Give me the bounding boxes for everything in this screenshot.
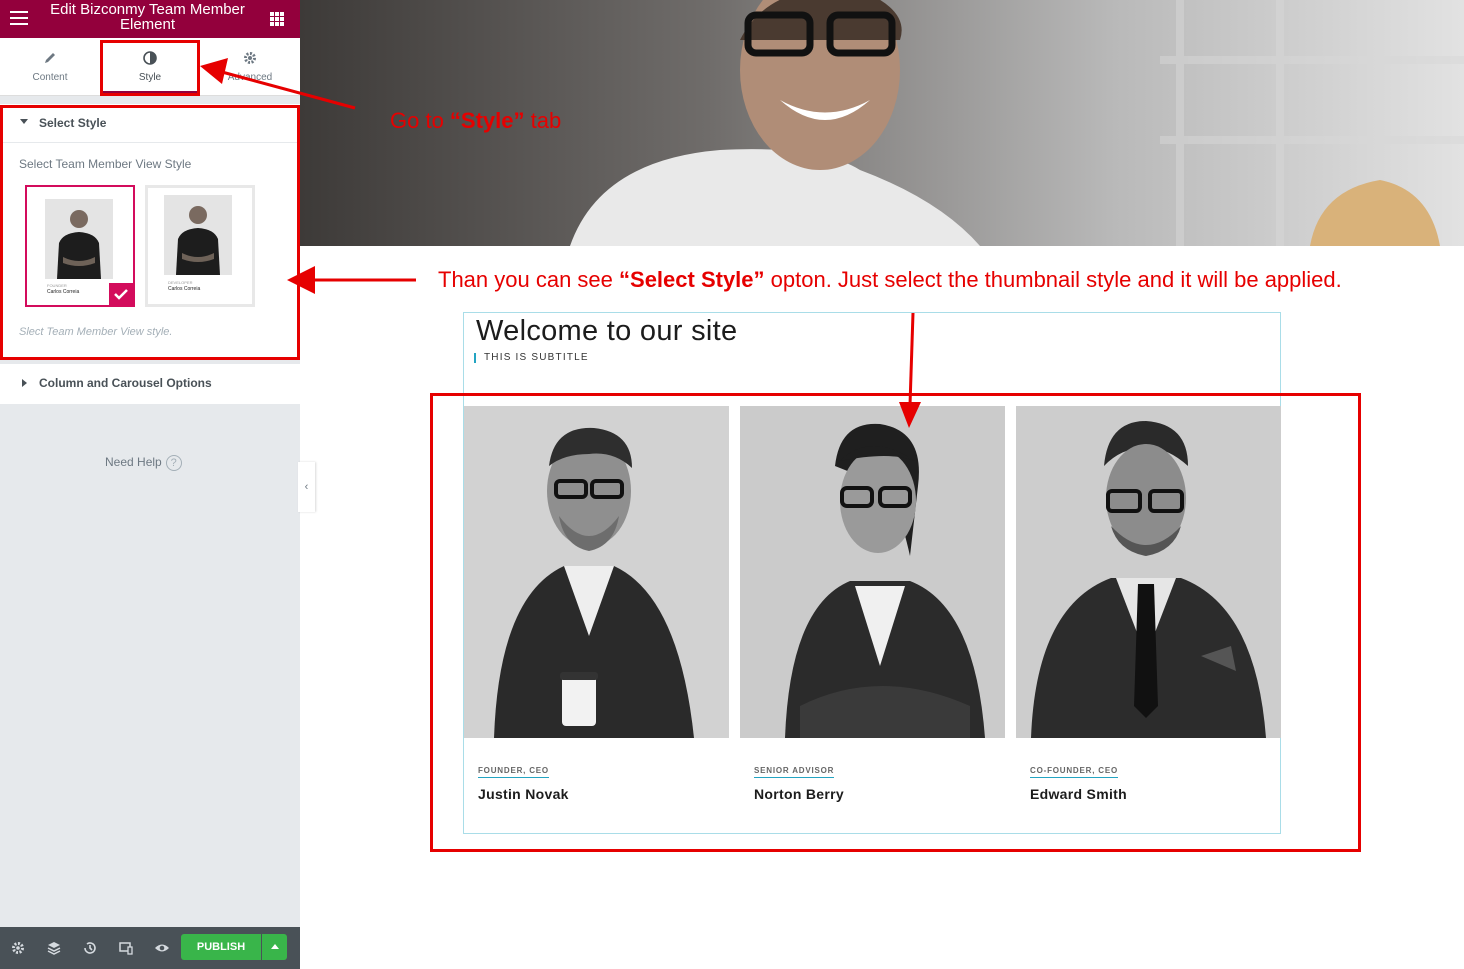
select-style-note: Than you can see “Select Style” opton. J… (438, 267, 1342, 293)
style-tab-highlight (100, 40, 200, 96)
column-carousel-header[interactable]: Column and Carousel Options (0, 364, 300, 402)
menu-icon[interactable] (10, 11, 28, 26)
widgets-grid-icon[interactable] (270, 12, 284, 26)
note-bold-text: “Select Style” (619, 267, 765, 292)
need-help-label: Need Help (105, 455, 162, 469)
column-carousel-heading: Column and Carousel Options (39, 376, 212, 390)
publish-options-button[interactable] (262, 934, 287, 960)
publish-button[interactable]: PUBLISH (181, 934, 261, 960)
gear-icon (244, 52, 256, 64)
caret-right-icon (22, 379, 27, 387)
history-icon[interactable] (82, 940, 98, 956)
column-carousel-section[interactable]: Column and Carousel Options (0, 364, 300, 404)
eye-icon[interactable] (154, 940, 170, 956)
tab-advanced-label: Advanced (227, 72, 273, 83)
note-text: Than you can see (438, 267, 620, 292)
widget-subtitle: THIS IS SUBTITLE (474, 353, 589, 363)
caret-up-icon (271, 944, 279, 949)
question-circle-icon: ? (165, 455, 182, 471)
note-text: opton. Just select the thumbnail style a… (764, 267, 1342, 292)
note-bold-text: “Style” (449, 108, 525, 133)
members-highlight (430, 393, 1361, 852)
responsive-icon[interactable] (118, 940, 134, 956)
layers-icon[interactable] (46, 940, 62, 956)
widget-title: Welcome to our site (476, 315, 738, 347)
tab-content[interactable]: Content (0, 38, 100, 96)
tab-content-label: Content (32, 72, 68, 83)
pencil-icon (45, 53, 55, 63)
note-text: tab (524, 108, 562, 133)
collapse-panel-button[interactable]: ‹ (298, 462, 315, 512)
need-help-link[interactable]: Need Help? (105, 455, 182, 471)
panel-title: Edit Bizconmy Team Member Element (50, 1, 245, 33)
tab-advanced[interactable]: Advanced (200, 38, 300, 96)
select-style-highlight (0, 105, 300, 360)
style-tab-note: Go to “Style” tab (390, 108, 561, 134)
panel-header: Edit Bizconmy Team Member Element (0, 0, 300, 38)
note-text: Go to (390, 108, 450, 133)
settings-icon[interactable] (10, 940, 26, 956)
